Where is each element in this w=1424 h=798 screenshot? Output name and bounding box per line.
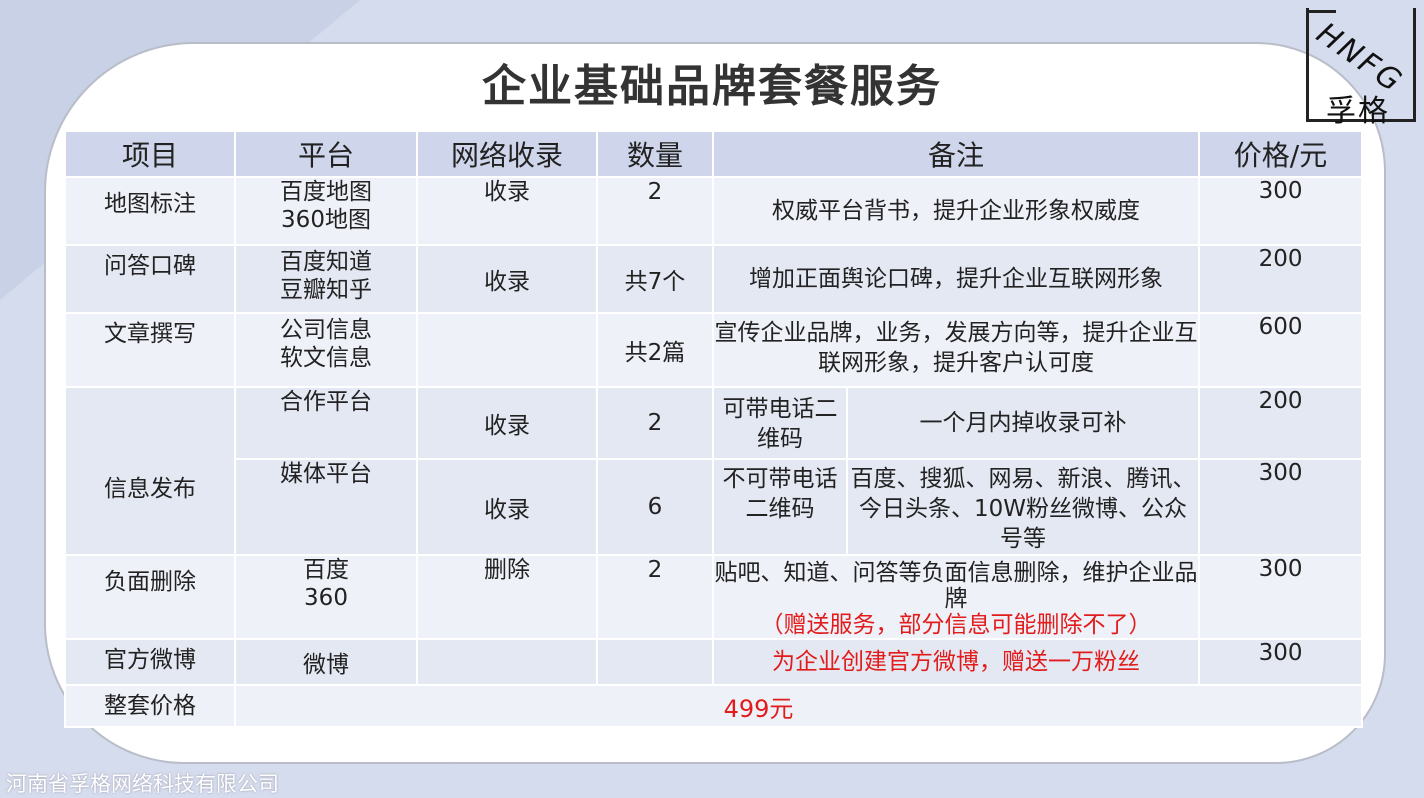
logo-line: [1306, 10, 1336, 13]
row-note-a: 可带电话二维码: [712, 386, 848, 460]
note-warning: （赠送服务，部分信息可能删除不了）: [760, 612, 1152, 638]
row-qty: 6: [596, 458, 714, 556]
row-index: 收录: [416, 176, 598, 246]
row-platform: 百度地图 360地图: [234, 176, 418, 246]
row-index: 收录: [416, 244, 598, 314]
row-price: 600: [1198, 312, 1364, 388]
header-index: 网络收录: [416, 130, 598, 178]
platform-line: 百度: [303, 557, 349, 583]
table-header-row: 项目 平台 网络收录 数量 备注 价格/元: [64, 130, 1364, 178]
row-price: 200: [1198, 386, 1364, 460]
table-row: 地图标注 百度地图 360地图 收录 2 权威平台背书，提升企业形象权威度 30…: [64, 176, 1364, 246]
row-item: 信息发布: [64, 386, 236, 556]
row-platform: 微博: [234, 638, 418, 686]
row-price: 300: [1198, 554, 1364, 640]
platform-line: 豆瓣知乎: [280, 277, 372, 303]
company-name: 河南省孚格网络科技有限公司: [6, 772, 279, 796]
total-price: 499元: [233, 684, 1364, 728]
row-note: 权威平台背书，提升企业形象权威度: [711, 176, 1201, 246]
header-price: 价格/元: [1198, 130, 1364, 178]
row-note: 宣传企业品牌，业务，发展方向等，提升企业互联网形象，提升客户认可度: [711, 312, 1201, 388]
header-note: 备注: [711, 130, 1201, 178]
row-platform: 百度知道 豆瓣知乎: [234, 244, 418, 314]
row-item: 负面删除: [64, 554, 236, 640]
row-item: 官方微博: [64, 638, 236, 686]
row-note-a: 不可带电话二维码: [712, 458, 848, 556]
platform-line: 软文信息: [280, 345, 372, 371]
row-index: 收录: [416, 386, 598, 460]
header-item: 项目: [64, 130, 236, 178]
row-qty: 2: [596, 386, 714, 460]
row-platform: 公司信息 软文信息: [234, 312, 418, 388]
row-note-b: 一个月内掉收录可补: [845, 386, 1201, 460]
table-row: 文章撰写 公司信息 软文信息 共2篇 宣传企业品牌，业务，发展方向等，提升企业互…: [64, 312, 1364, 388]
row-qty: 2: [596, 554, 714, 640]
row-platform: 百度 360: [234, 554, 418, 640]
platform-line: 公司信息: [280, 317, 372, 343]
price-table: 项目 平台 网络收录 数量 备注 价格/元 地图标注 百度地图 360地图 收录…: [64, 130, 1364, 728]
row-index: 收录: [416, 458, 598, 556]
row-price: 200: [1198, 244, 1364, 314]
row-qty: 2: [596, 176, 714, 246]
row-item: 文章撰写: [64, 312, 236, 388]
row-note: 增加正面舆论口碑，提升企业互联网形象: [711, 244, 1201, 314]
table-row: 问答口碑 百度知道 豆瓣知乎 收录 共7个 增加正面舆论口碑，提升企业互联网形象…: [64, 244, 1364, 314]
row-price: 300: [1198, 176, 1364, 246]
platform-line: 360地图: [281, 207, 371, 233]
table-row: 官方微博 微博 为企业创建官方微博，赠送一万粉丝 300: [64, 638, 1364, 686]
row-note: 为企业创建官方微博，赠送一万粉丝: [711, 638, 1201, 686]
row-price: 300: [1198, 458, 1364, 556]
header-qty: 数量: [596, 130, 714, 178]
table-row: 信息发布 合作平台 收录 2 可带电话二维码 一个月内掉收录可补 200: [64, 386, 1364, 556]
logo-name: 孚格: [1326, 94, 1390, 129]
platform-line: 360: [304, 585, 348, 611]
table-row: 负面删除 百度 360 删除 2 贴吧、知道、问答等负面信息删除，维护企业品牌 …: [64, 554, 1364, 640]
row-qty: 共7个: [596, 244, 714, 314]
row-note-b: 百度、搜狐、网易、新浪、腾讯、今日头条、10W粉丝微博、公众号等: [845, 458, 1201, 556]
table-row: 媒体平台 收录 6 不可带电话二维码 百度、搜狐、网易、新浪、腾讯、今日头条、1…: [65, 458, 1364, 556]
note-text: 贴吧、知道、问答等负面信息删除，维护企业品牌: [714, 560, 1198, 612]
page-title: 企业基础品牌套餐服务: [482, 61, 942, 112]
row-item: 地图标注: [64, 176, 236, 246]
total-label: 整套价格: [64, 684, 236, 728]
table-row-total: 整套价格 499元: [64, 684, 1364, 728]
row-platform: 媒体平台: [234, 458, 418, 556]
row-platform: 合作平台: [234, 386, 418, 460]
row-index: [416, 638, 598, 686]
row-note: 贴吧、知道、问答等负面信息删除，维护企业品牌 （赠送服务，部分信息可能删除不了）: [711, 554, 1201, 640]
header-platform: 平台: [234, 130, 418, 178]
row-price: 300: [1198, 638, 1364, 686]
row-index: [416, 312, 598, 388]
platform-line: 百度地图: [280, 179, 372, 205]
platform-line: 百度知道: [280, 249, 372, 275]
row-qty: 共2篇: [596, 312, 714, 388]
row-qty: [596, 638, 714, 686]
row-item: 问答口碑: [64, 244, 236, 314]
row-index: 删除: [416, 554, 598, 640]
